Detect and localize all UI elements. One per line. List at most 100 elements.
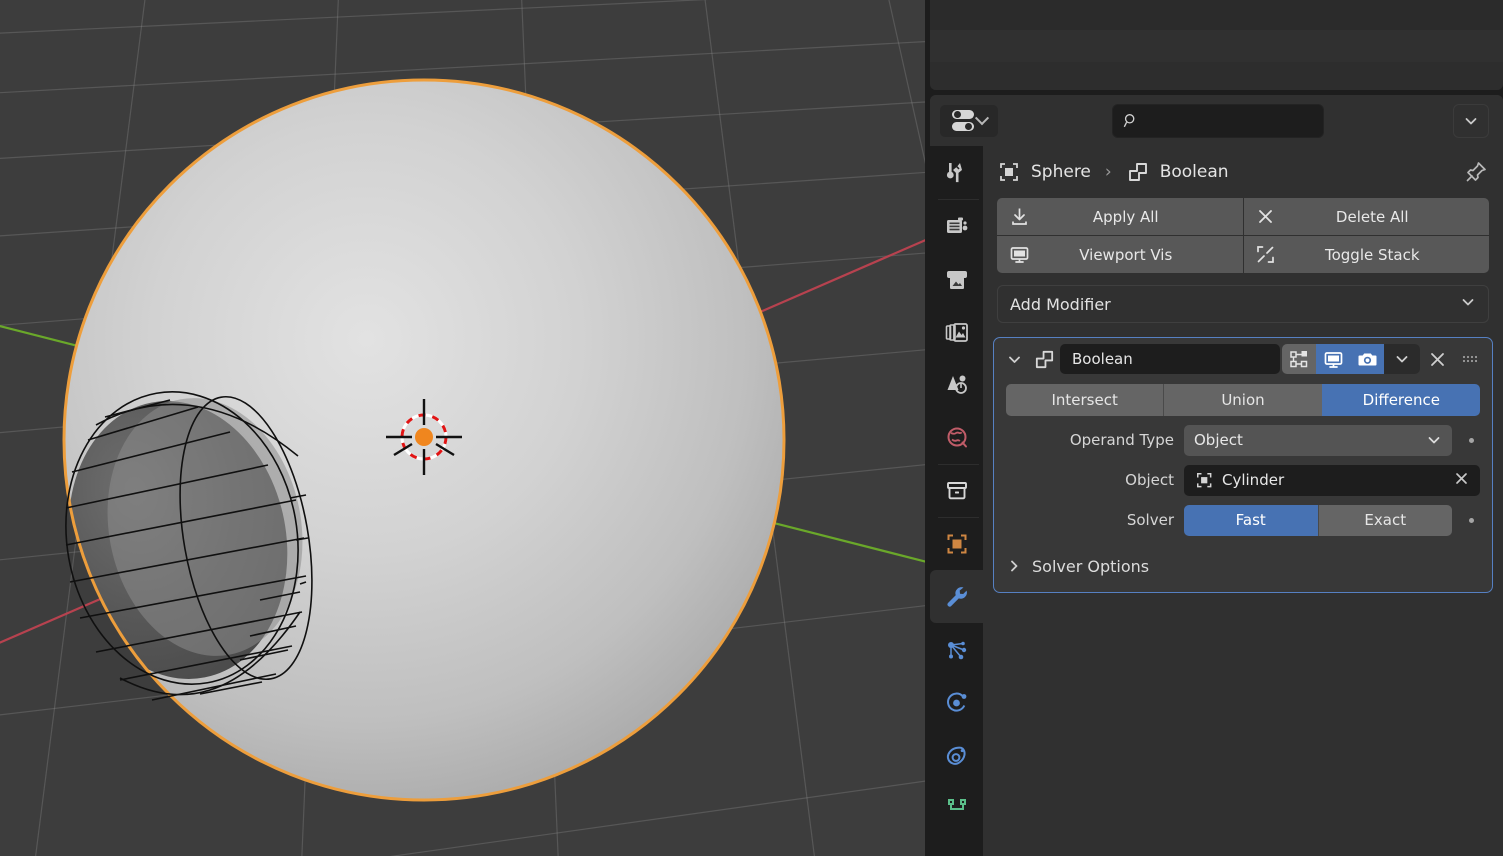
modifier-extras-dropdown[interactable]: [1384, 344, 1420, 374]
modifier-drag-handle[interactable]: [1454, 351, 1484, 367]
tab-view-layer[interactable]: [930, 305, 983, 358]
solver-label: Solver: [1126, 511, 1174, 529]
chevron-down-icon: [1428, 437, 1440, 444]
constraints-icon: [946, 746, 966, 765]
object-value: Cylinder: [1222, 471, 1285, 489]
operation-intersect[interactable]: Intersect: [1006, 384, 1164, 416]
chevron-down-icon: [1396, 356, 1408, 363]
tab-object-data[interactable]: [930, 782, 983, 835]
breadcrumb-object-name[interactable]: Sphere: [1031, 162, 1091, 182]
pin-icon: [1466, 162, 1486, 182]
properties-editor: Sphere › Boolean Apply All Delete All Vi…: [930, 95, 1503, 856]
tab-world[interactable]: [930, 411, 983, 464]
operand-type-animate-dot[interactable]: [1462, 437, 1480, 443]
solver-exact[interactable]: Exact: [1317, 504, 1452, 536]
output-printer-icon: [946, 270, 967, 289]
add-modifier-dropdown[interactable]: Add Modifier: [997, 285, 1489, 323]
boolean-modifier-panel: Boolean Intersect Union Difference Opera…: [993, 337, 1493, 593]
delete-all-label: Delete All: [1335, 207, 1409, 226]
delete-all-button[interactable]: Delete All: [1243, 198, 1489, 235]
apply-all-button[interactable]: Apply All: [997, 198, 1243, 235]
chevron-down-icon: [1465, 117, 1477, 124]
search-input[interactable]: [1112, 103, 1324, 138]
solver-options-disclosure[interactable]: Solver Options: [1006, 552, 1480, 580]
properties-tab-strip: [930, 146, 983, 856]
camera-render-icon: [1358, 353, 1376, 365]
tab-collection[interactable]: [930, 464, 983, 517]
tab-render[interactable]: [930, 199, 983, 252]
edit-mode-icon: [1290, 351, 1308, 368]
stub-row-bottom: [930, 62, 1503, 90]
operand-type-value: Object: [1194, 431, 1243, 449]
properties-body: Sphere › Boolean Apply All Delete All Vi…: [983, 146, 1503, 856]
close-x-icon: [1456, 472, 1467, 484]
modifier-expand-toggle[interactable]: [1000, 351, 1028, 368]
object-clear-button[interactable]: [1453, 470, 1470, 491]
modifier-close-button[interactable]: [1420, 344, 1454, 374]
modifier-wrench-icon: [946, 586, 967, 607]
tab-physics[interactable]: [930, 676, 983, 729]
search-field[interactable]: [1139, 112, 1313, 129]
collapsed-editor-stub: [930, 0, 1503, 90]
tab-modifiers[interactable]: [930, 570, 983, 623]
object-data-icon: [1197, 473, 1212, 488]
modifier-operations-grid: Apply All Delete All Viewport Vis Toggle…: [997, 198, 1489, 273]
tab-scene[interactable]: [930, 358, 983, 411]
object-row: Object Cylinder: [1006, 464, 1480, 496]
object-data-icon: [1000, 163, 1018, 181]
tab-particles[interactable]: [930, 623, 983, 676]
operation-difference[interactable]: Difference: [1321, 384, 1480, 416]
pin-button[interactable]: [1463, 159, 1489, 185]
collection-box-icon: [946, 481, 967, 499]
monitor-display-icon: [1324, 351, 1342, 368]
operand-type-dropdown[interactable]: Object: [1184, 424, 1452, 456]
breadcrumb-modifier-name[interactable]: Boolean: [1160, 162, 1229, 182]
toggle-render-display[interactable]: [1350, 344, 1384, 374]
blender-window: Sphere › Boolean Apply All Delete All Vi…: [0, 0, 1503, 856]
properties-header: [930, 95, 1503, 146]
world-globe-icon: [947, 427, 967, 447]
search-icon: [1123, 113, 1135, 127]
close-x-icon: [1244, 207, 1288, 226]
particles-icon: [947, 641, 966, 659]
object-label: Object: [1125, 471, 1174, 489]
operand-type-row: Operand Type Object: [1006, 424, 1480, 456]
tab-output[interactable]: [930, 252, 983, 305]
modifier-header: Boolean: [994, 338, 1492, 380]
properties-options-dropdown[interactable]: [1453, 103, 1489, 138]
modifier-display-toggles: [1282, 344, 1420, 374]
tool-screwdriver-wrench-icon: [946, 162, 962, 182]
breadcrumb-separator: ›: [1104, 162, 1112, 182]
object-square-icon: [947, 534, 966, 553]
modifier-name-field[interactable]: Boolean: [1060, 344, 1280, 374]
viewport-vis-button[interactable]: Viewport Vis: [997, 236, 1243, 273]
toggle-edit-mode[interactable]: [1282, 344, 1316, 374]
toggle-stack-label: Toggle Stack: [1324, 245, 1420, 264]
close-x-icon: [1430, 352, 1444, 366]
operation-union[interactable]: Union: [1163, 384, 1322, 416]
tab-object[interactable]: [930, 517, 983, 570]
tab-object-constraints[interactable]: [930, 729, 983, 782]
toggle-stack-button[interactable]: Toggle Stack: [1243, 236, 1489, 273]
expand-arrows-icon: [1244, 244, 1288, 265]
right-panel-column: Sphere › Boolean Apply All Delete All Vi…: [925, 0, 1503, 856]
drag-dots-icon: [1462, 355, 1477, 363]
properties-editor-icon: [951, 110, 974, 131]
boolean-operation-selector: Intersect Union Difference: [1006, 384, 1480, 416]
solver-animate-dot[interactable]: [1462, 517, 1480, 523]
chevron-right-icon: [1011, 560, 1018, 572]
toggle-realtime-display[interactable]: [1316, 344, 1350, 374]
solver-fast[interactable]: Fast: [1184, 504, 1318, 536]
editor-type-selector[interactable]: [940, 104, 998, 137]
tab-tool[interactable]: [930, 146, 983, 199]
chevron-down-icon: [1460, 294, 1476, 314]
operand-type-label: Operand Type: [1069, 431, 1174, 449]
3d-viewport[interactable]: [0, 0, 925, 856]
viewport-vis-label: Viewport Vis: [1079, 245, 1173, 264]
chevron-down-icon: [1008, 356, 1020, 363]
chevron-down-icon: [974, 110, 989, 125]
object-picker[interactable]: Cylinder: [1184, 464, 1480, 496]
modifier-boolean-icon: [1028, 348, 1060, 371]
stub-row-top: [930, 0, 1503, 30]
view-layer-images-icon: [945, 322, 968, 342]
